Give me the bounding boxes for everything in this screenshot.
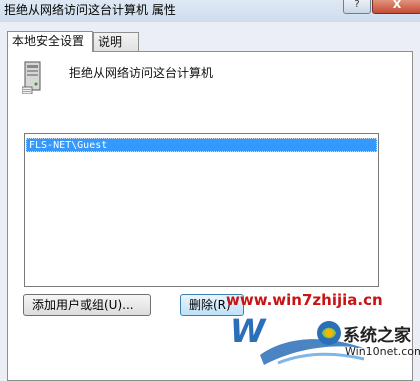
- user-group-listbox[interactable]: FLS-NET\Guest: [24, 133, 379, 287]
- add-user-or-group-button[interactable]: 添加用户或组(U)...: [23, 294, 151, 316]
- brand-name: 系统之家: [343, 326, 411, 346]
- policy-title: 拒绝从网络访问这台计算机: [69, 66, 214, 80]
- title-bar: 拒绝从网络访问这台计算机 属性 ? X: [0, 0, 420, 22]
- server-icon: [22, 61, 41, 94]
- tab-explain[interactable]: 说明: [93, 32, 139, 51]
- window-title: 拒绝从网络访问这台计算机 属性: [4, 3, 176, 17]
- help-button[interactable]: ?: [343, 0, 371, 14]
- watermark-logo-letter: W: [230, 312, 265, 350]
- brand-logo-icon: [317, 321, 341, 345]
- tab-local-security-setting[interactable]: 本地安全设置: [7, 31, 93, 52]
- watermark-url: www.win7zhijia.cn: [226, 291, 383, 309]
- close-button[interactable]: X: [372, 0, 420, 14]
- list-item[interactable]: FLS-NET\Guest: [26, 138, 377, 152]
- brand-site: Win10net.com: [345, 345, 420, 358]
